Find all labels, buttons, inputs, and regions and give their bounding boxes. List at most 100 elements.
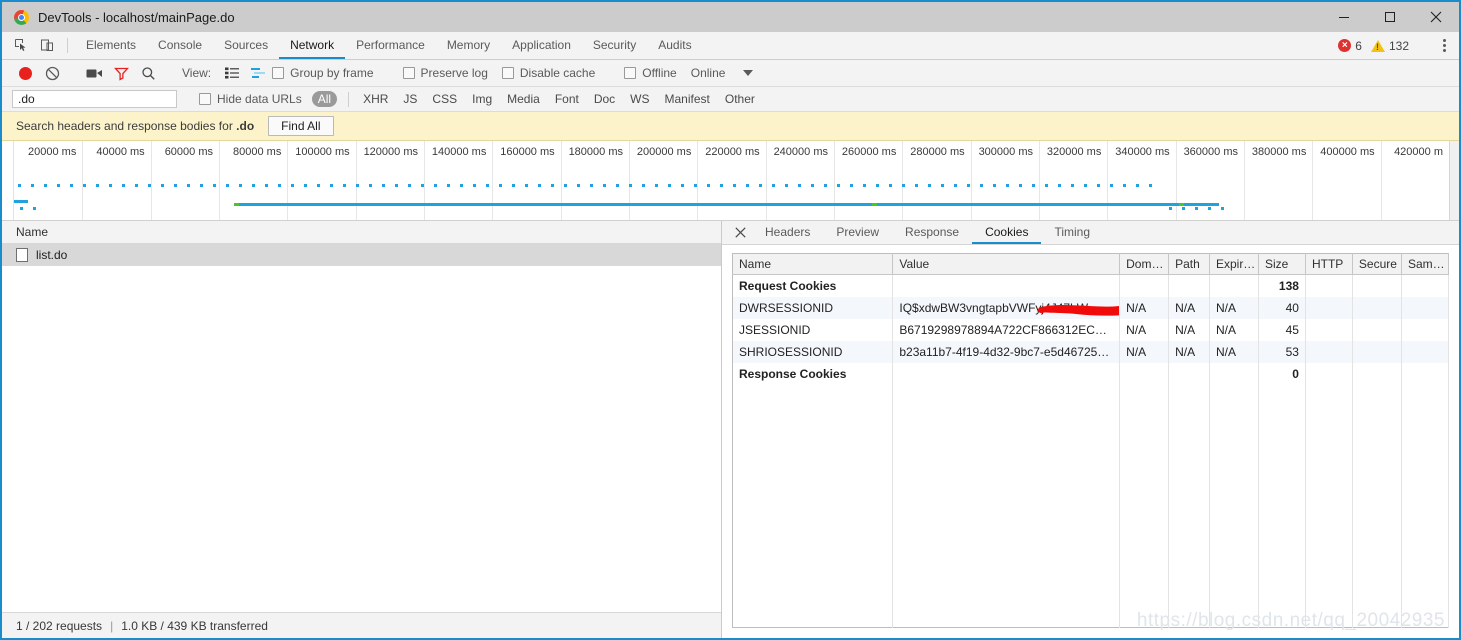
checkbox-box — [624, 67, 637, 79]
list-view-icon[interactable] — [218, 60, 245, 86]
cookie-value: B6719298978894A722CF866312EC2A… — [892, 318, 1121, 341]
cookie-samesite — [1401, 318, 1450, 341]
cookie-expires — [1209, 362, 1259, 385]
overview-tick-label: 180000 ms — [568, 146, 623, 158]
type-filter-js[interactable]: JS — [397, 91, 423, 107]
request-list-header[interactable]: Name — [2, 221, 721, 244]
search-banner-text: Search headers and response bodies for .… — [16, 119, 254, 133]
type-filter-other[interactable]: Other — [719, 91, 761, 107]
cookie-domain: N/A — [1119, 296, 1170, 319]
tab-application[interactable]: Application — [501, 32, 582, 59]
window-title: DevTools - localhost/mainPage.do — [38, 9, 235, 25]
kebab-menu-icon[interactable] — [1433, 39, 1455, 52]
type-filter-all[interactable]: All — [311, 91, 338, 107]
cookie-samesite — [1401, 362, 1450, 385]
title-bar: DevTools - localhost/mainPage.do — [2, 2, 1459, 32]
tab-memory[interactable]: Memory — [436, 32, 501, 59]
group-by-frame-label: Group by frame — [290, 66, 374, 80]
throttling-value[interactable]: Online — [691, 66, 726, 80]
overview-scrollbar[interactable] — [1449, 141, 1459, 220]
tab-timing[interactable]: Timing — [1041, 221, 1103, 244]
tab-headers[interactable]: Headers — [752, 221, 823, 244]
overview-marker — [233, 203, 239, 206]
table-row[interactable]: JSESSIONID B6719298978894A722CF866312EC2A… — [732, 318, 1450, 341]
type-filter-font[interactable]: Font — [549, 91, 585, 107]
hide-data-urls-checkbox[interactable]: Hide data URLs — [199, 92, 302, 106]
cookies-section-row[interactable]: Response Cookies 0 — [732, 362, 1450, 385]
checkbox-box — [199, 93, 211, 105]
table-row[interactable]: SHRIOSESSIONID b23a11b7-4f19-4d32-9bc7-e5… — [732, 340, 1450, 363]
tab-network[interactable]: Network — [279, 32, 346, 59]
find-all-button[interactable]: Find All — [268, 116, 334, 136]
column-header-domain[interactable]: Dom… — [1119, 253, 1170, 275]
close-icon[interactable] — [1413, 2, 1459, 32]
column-header-name[interactable]: Name — [732, 253, 894, 275]
minimize-icon[interactable] — [1321, 2, 1367, 32]
type-filter-manifest[interactable]: Manifest — [659, 91, 716, 107]
tab-sources[interactable]: Sources — [213, 32, 279, 59]
table-row[interactable]: DWRSESSIONID IQ$xdwBW3vngtapbVWFyj4J47hW N… — [732, 296, 1450, 319]
error-badge[interactable]: × 6 — [1338, 39, 1362, 53]
table-row[interactable]: list.do — [2, 244, 721, 266]
overview-tick-label: 340000 ms — [1115, 146, 1170, 158]
warning-badge[interactable]: 132 — [1370, 39, 1409, 53]
type-filter-media[interactable]: Media — [501, 91, 546, 107]
column-header-http[interactable]: HTTP — [1305, 253, 1353, 275]
cookie-size: 40 — [1258, 296, 1306, 319]
hide-data-urls-label: Hide data URLs — [217, 92, 302, 106]
cookie-path — [1168, 274, 1210, 297]
search-magnifier-icon[interactable] — [135, 60, 162, 86]
group-by-frame-checkbox[interactable]: Group by frame — [272, 66, 374, 80]
tab-performance[interactable]: Performance — [345, 32, 436, 59]
detail-tab-strip: Headers Preview Response Cookies Timing — [722, 221, 1459, 245]
overview-tick-label: 160000 ms — [500, 146, 555, 158]
tab-elements[interactable]: Elements — [75, 32, 147, 59]
network-overview-timeline[interactable]: 20000 ms 40000 ms 60000 ms 80000 ms 100000 m… — [2, 141, 1459, 221]
overview-main-bar — [233, 203, 1220, 206]
type-filter-img[interactable]: Img — [466, 91, 498, 107]
offline-checkbox[interactable]: Offline — [624, 66, 677, 80]
cookie-size: 45 — [1258, 318, 1306, 341]
type-filter-css[interactable]: CSS — [426, 91, 463, 107]
column-header-path[interactable]: Path — [1168, 253, 1210, 275]
overview-tick-label: 320000 ms — [1046, 146, 1102, 158]
type-filter-ws[interactable]: WS — [624, 91, 655, 107]
inspect-element-icon[interactable] — [8, 32, 34, 59]
maximize-icon[interactable] — [1367, 2, 1413, 32]
tab-security[interactable]: Security — [582, 32, 647, 59]
request-name: list.do — [36, 248, 68, 262]
tab-console[interactable]: Console — [147, 32, 213, 59]
column-header-size[interactable]: Size — [1258, 253, 1306, 275]
waterfall-view-icon[interactable] — [245, 60, 272, 86]
record-button-icon[interactable] — [12, 60, 39, 86]
status-requests: 1 / 202 requests — [16, 618, 103, 633]
overview-canvas[interactable]: 20000 ms 40000 ms 60000 ms 80000 ms 100000 m… — [14, 141, 1459, 220]
close-icon[interactable] — [728, 221, 752, 244]
filter-funnel-icon[interactable] — [108, 60, 135, 86]
request-list-body — [2, 266, 721, 612]
cookie-expires: N/A — [1209, 296, 1259, 319]
error-count: 6 — [1355, 38, 1362, 53]
tab-preview[interactable]: Preview — [823, 221, 892, 244]
clear-icon[interactable] — [39, 60, 66, 86]
overview-tick-label: 280000 ms — [910, 146, 965, 158]
disable-cache-checkbox[interactable]: Disable cache — [501, 66, 595, 80]
preserve-log-checkbox[interactable]: Preserve log — [402, 66, 488, 80]
table-filler-cell — [1258, 384, 1306, 628]
column-header-expires[interactable]: Expir… — [1209, 253, 1259, 275]
type-filter-doc[interactable]: Doc — [588, 91, 621, 107]
cookie-value: b23a11b7-4f19-4d32-9bc7-e5d46725… — [892, 340, 1121, 363]
toggle-device-toolbar-icon[interactable] — [34, 32, 60, 59]
tab-response[interactable]: Response — [892, 221, 972, 244]
tab-cookies[interactable]: Cookies — [972, 221, 1042, 244]
type-filter-xhr[interactable]: XHR — [357, 91, 394, 107]
column-header-secure[interactable]: Secure — [1352, 253, 1402, 275]
tab-audits[interactable]: Audits — [647, 32, 702, 59]
cookies-section-row[interactable]: Request Cookies 138 — [732, 274, 1450, 297]
chevron-down-icon[interactable] — [743, 70, 754, 76]
filter-input[interactable] — [12, 90, 177, 108]
camera-icon[interactable] — [81, 60, 108, 86]
column-header-value[interactable]: Value — [892, 253, 1121, 275]
overview-tick-label: 40000 ms — [96, 146, 145, 158]
column-header-samesite[interactable]: Sam… — [1401, 253, 1450, 275]
